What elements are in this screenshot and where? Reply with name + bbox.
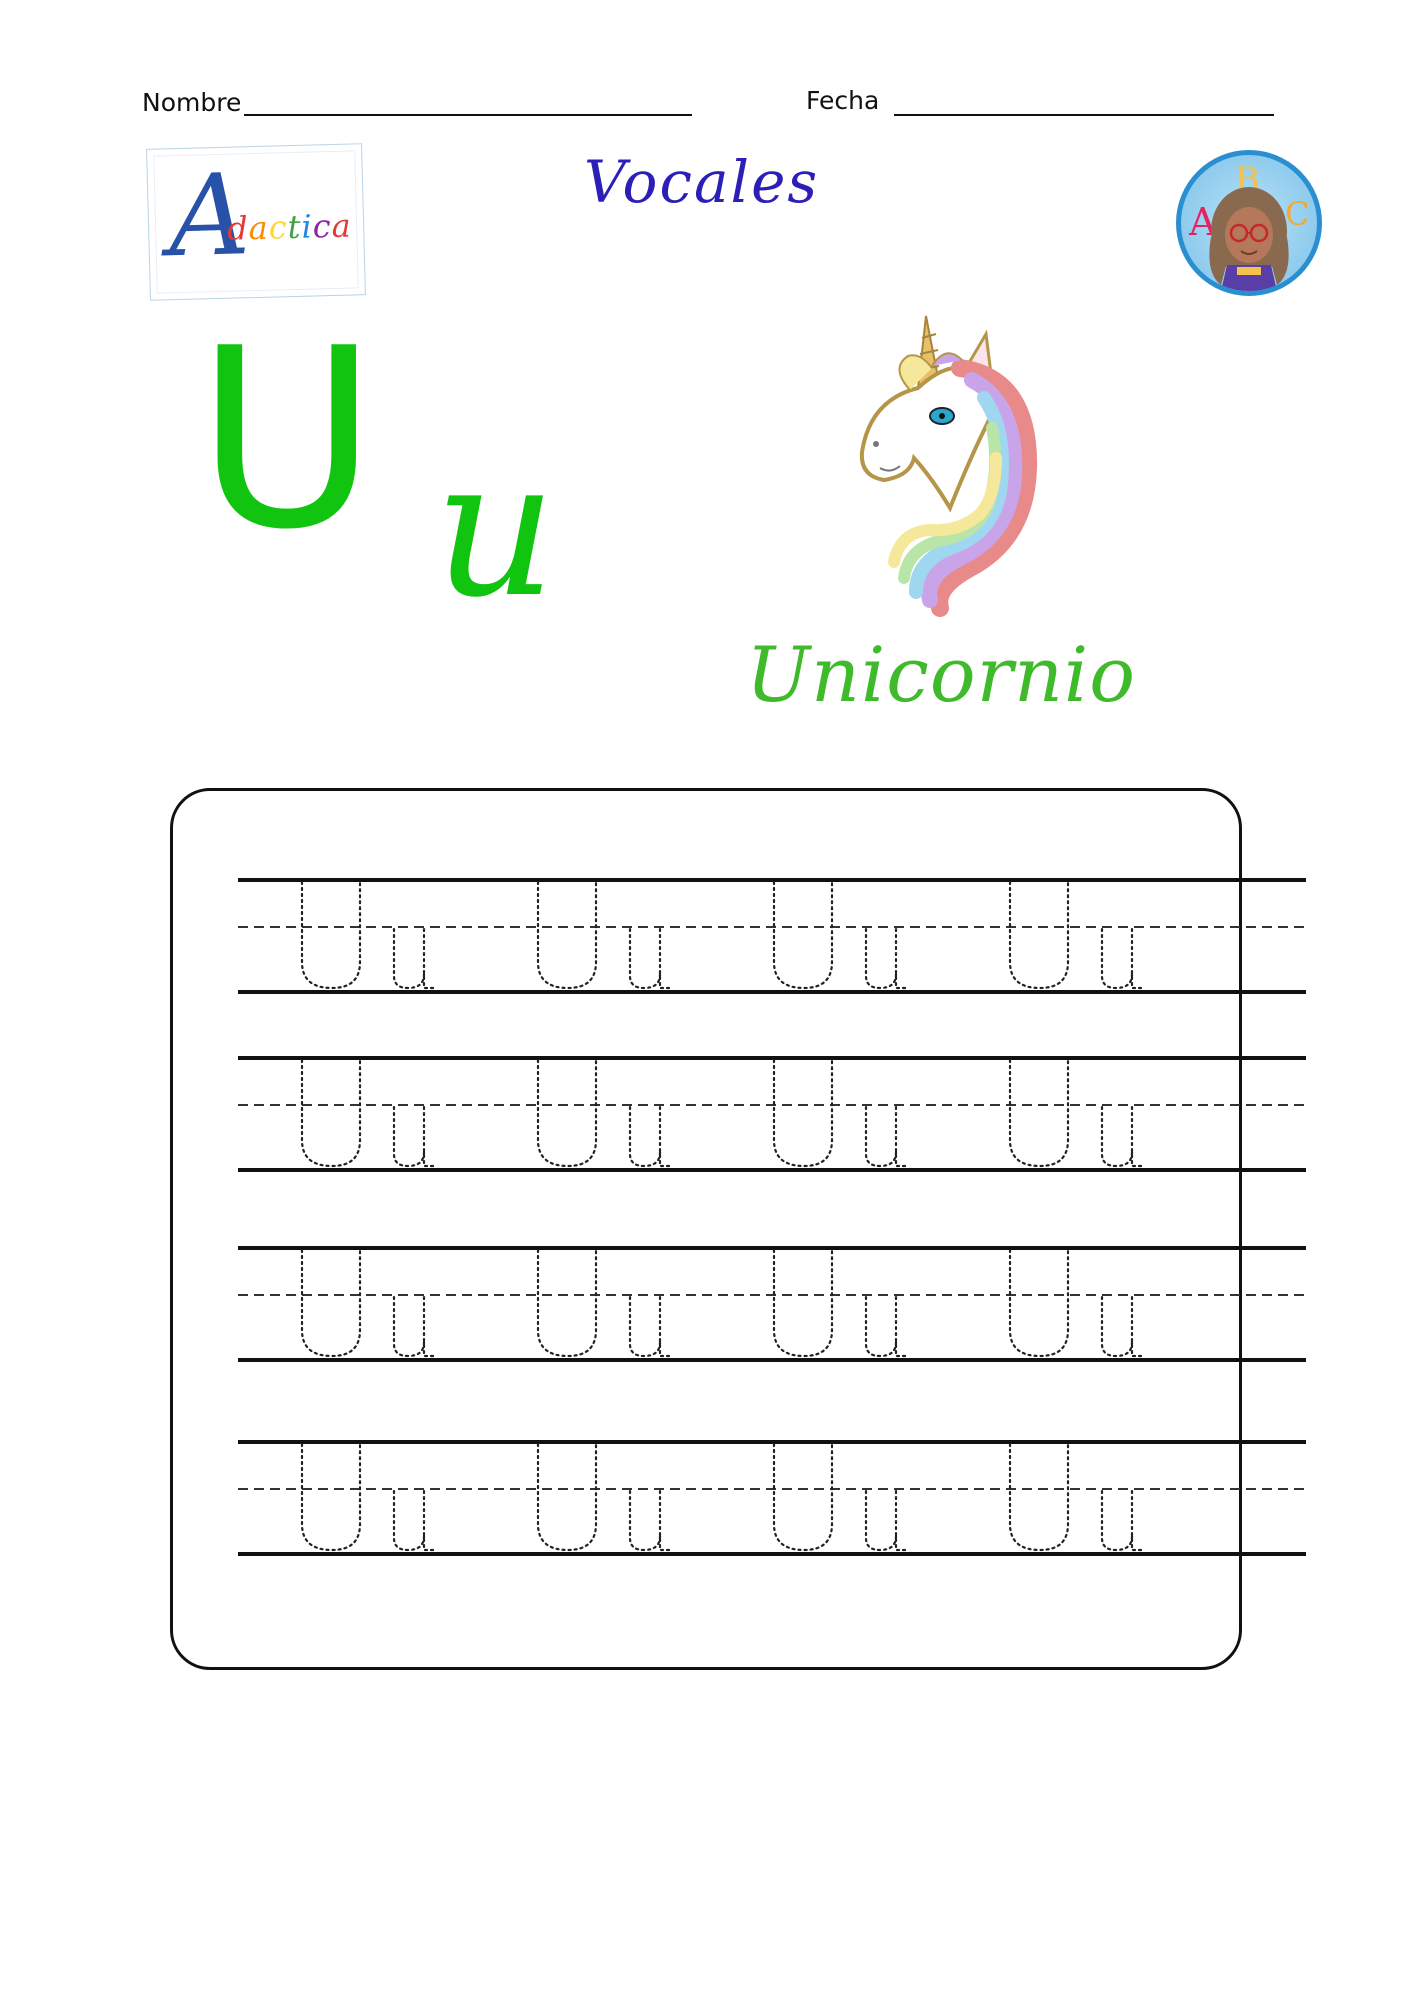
trace-letter-upper — [536, 1248, 598, 1358]
trace-letter-upper — [1008, 880, 1070, 990]
trace-letter-upper — [1008, 1248, 1070, 1358]
practice-row[interactable] — [238, 878, 1306, 994]
trace-letter-lower — [1100, 1489, 1146, 1552]
trace-letter-lower — [392, 1105, 438, 1168]
trace-letter-lower — [392, 927, 438, 990]
trace-letter-lower — [392, 1489, 438, 1552]
practice-row[interactable] — [238, 1056, 1306, 1172]
trace-letter-upper — [300, 1442, 362, 1552]
trace-letter-upper — [772, 1058, 834, 1168]
trace-letter-lower — [864, 1489, 910, 1552]
trace-letter-upper — [772, 1442, 834, 1552]
trace-letter-upper — [536, 880, 598, 990]
trace-letter-lower — [628, 1295, 674, 1358]
trace-letter-lower — [864, 1105, 910, 1168]
trace-letter-upper — [1008, 1442, 1070, 1552]
trace-letter-upper — [300, 880, 362, 990]
trace-letter-lower — [628, 1105, 674, 1168]
trace-letter-lower — [1100, 927, 1146, 990]
trace-letter-lower — [392, 1295, 438, 1358]
trace-letter-lower — [1100, 1295, 1146, 1358]
trace-letter-upper — [300, 1058, 362, 1168]
trace-letter-upper — [536, 1442, 598, 1552]
trace-letter-lower — [864, 1295, 910, 1358]
trace-letter-upper — [772, 880, 834, 990]
trace-letter-lower — [628, 927, 674, 990]
practice-row[interactable] — [238, 1440, 1306, 1556]
trace-letter-upper — [1008, 1058, 1070, 1168]
tracing-area[interactable] — [0, 0, 1414, 2000]
trace-letter-upper — [300, 1248, 362, 1358]
trace-letter-lower — [1100, 1105, 1146, 1168]
trace-letter-upper — [772, 1248, 834, 1358]
trace-letter-lower — [864, 927, 910, 990]
trace-letter-lower — [628, 1489, 674, 1552]
practice-row[interactable] — [238, 1246, 1306, 1362]
trace-letter-upper — [536, 1058, 598, 1168]
